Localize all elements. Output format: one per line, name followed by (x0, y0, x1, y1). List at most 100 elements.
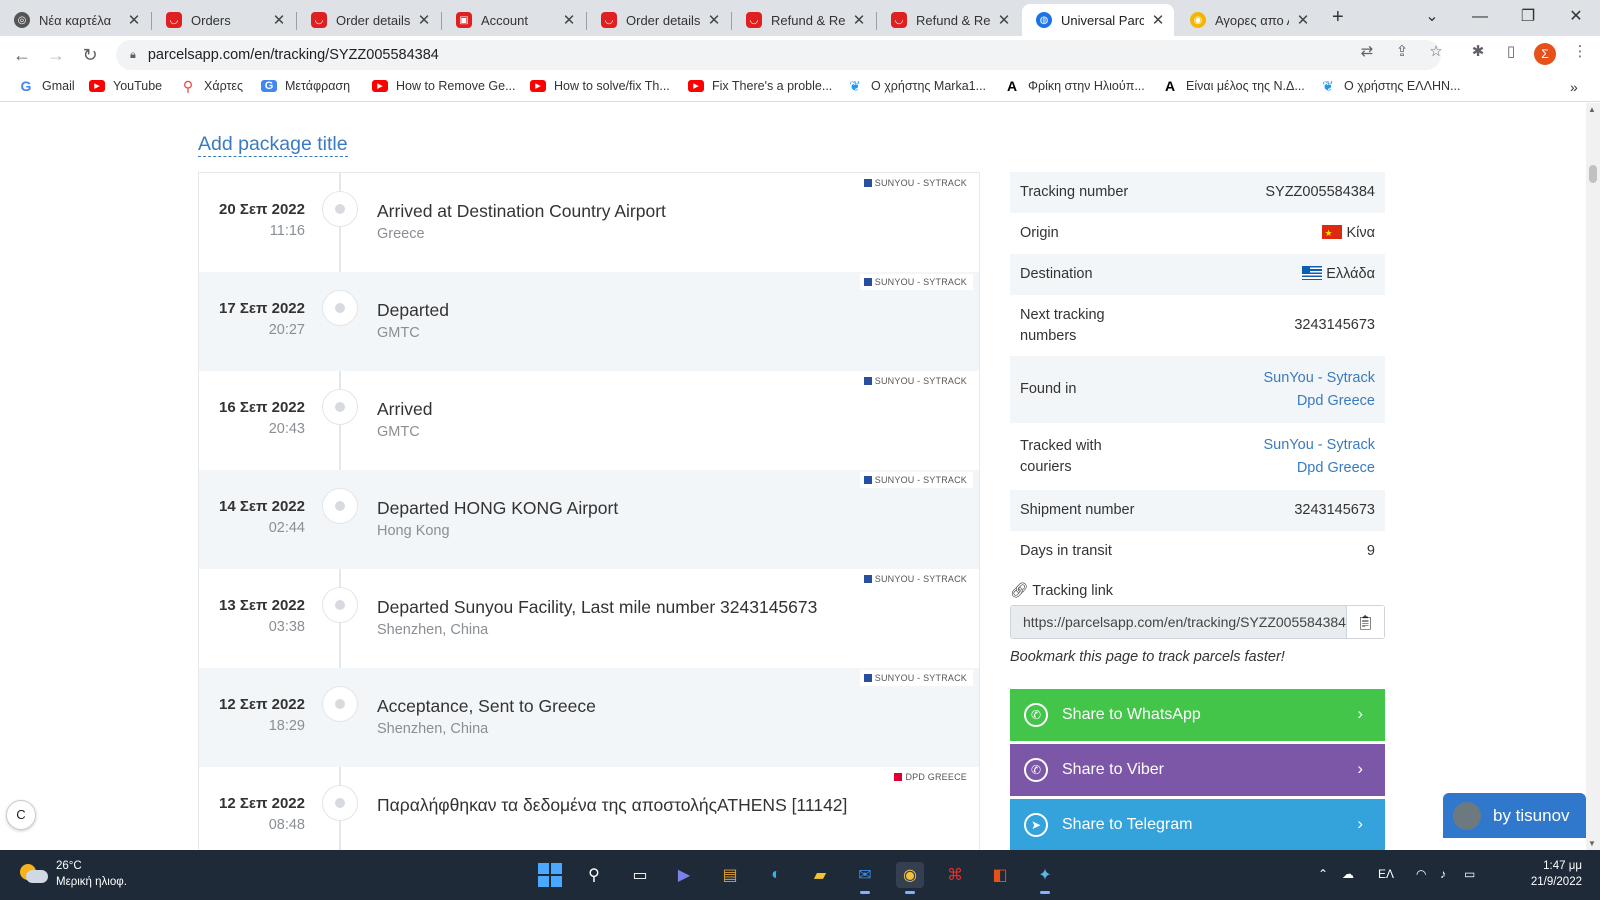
chevron-right-icon: › (1357, 704, 1363, 723)
side-panel-icon[interactable]: ▯ (1499, 42, 1523, 60)
clipboard-icon[interactable]: 📋︎ (1346, 606, 1384, 638)
bookmark-friki[interactable]: A Φρίκη στην Ηλιούπ... (1004, 79, 1145, 93)
bookmarks-overflow-icon[interactable]: » (1570, 79, 1578, 95)
sunyou-flag-icon (863, 377, 872, 385)
lock-icon[interactable]: 🔒︎ (130, 49, 136, 62)
forward-icon[interactable]: → (42, 42, 70, 68)
bookmark-maps[interactable]: ⚲ Χάρτες (180, 79, 243, 93)
task-view-icon[interactable]: ▭ (626, 862, 654, 888)
info-row-found-in: Found in SunYou - Sytrack Dpd Greece (1010, 356, 1385, 423)
tab-refund-2[interactable]: ◡ Refund & Retu ✕ (877, 4, 1020, 36)
courier-link-dpd[interactable]: Dpd Greece (1264, 457, 1375, 480)
share-viber-button[interactable]: ✆ Share to Viber › (1010, 744, 1385, 796)
bookmark-gmail[interactable]: G Gmail (18, 79, 75, 93)
volume-icon[interactable]: ♪ (1440, 867, 1446, 881)
onedrive-icon[interactable]: ☁ (1342, 867, 1354, 881)
bookmark-melos[interactable]: A Είναι μέλος της Ν.Δ... (1162, 79, 1305, 93)
bookmark-twitter-ellhn[interactable]: ❦ Ο χρήστης ΕΛΛΗΝ... (1320, 79, 1460, 93)
clock-date: 21/9/2022 (1530, 876, 1582, 888)
event-time: 11:16 (269, 223, 305, 239)
tab-search-icon[interactable]: ⌄ (1412, 4, 1452, 30)
event-location: GMTC (377, 325, 420, 341)
bookmark-how-to-solve[interactable]: ▸ How to solve/fix Th... (530, 79, 670, 93)
info-label-line: numbers (1020, 327, 1077, 344)
tab-orders[interactable]: ◡ Orders ✕ (152, 4, 295, 36)
tab-new-tab[interactable]: ◎ Νέα καρτέλα ✕ (0, 4, 150, 36)
courier-label: SUNYOU - SYTRACK (874, 475, 967, 485)
close-icon[interactable]: ✕ (996, 11, 1012, 29)
chrome-icon[interactable]: ◉ (896, 862, 924, 894)
profile-avatar[interactable]: Σ (1534, 43, 1556, 65)
tab-universal-parcel[interactable]: ◍ Universal Parc ✕ (1022, 4, 1174, 36)
c-floating-button[interactable]: C (6, 800, 36, 830)
mail-icon[interactable]: ✉ (851, 862, 879, 894)
reload-icon[interactable]: ↻ (76, 42, 104, 68)
bookmark-translate[interactable]: G Μετάφραση (261, 79, 350, 93)
chevron-up-icon[interactable]: ⌃ (1318, 867, 1328, 881)
winrar-icon[interactable]: ▤ (716, 862, 744, 888)
bookmarks-bar: G Gmail ▸ YouTube ⚲ Χάρτες G Μετάφραση ▸ How … (0, 74, 1600, 102)
menu-icon[interactable]: ⋮ (1568, 42, 1592, 60)
bookmark-youtube[interactable]: ▸ YouTube (89, 79, 162, 93)
battery-icon[interactable]: ▭ (1464, 867, 1475, 881)
close-icon[interactable]: ✕ (416, 11, 432, 29)
close-icon[interactable]: ✕ (851, 11, 867, 29)
language-indicator[interactable]: ΕΛ (1378, 867, 1394, 881)
tisunov-badge[interactable]: by tisunov (1443, 793, 1586, 838)
system-clock[interactable]: 1:47 μμ 21/9/2022 (1522, 858, 1582, 890)
file-explorer-icon[interactable]: ▰ (806, 862, 834, 888)
tab-refund[interactable]: ◡ Refund & Retu ✕ (732, 4, 875, 36)
wifi-icon[interactable]: ◠ (1416, 867, 1426, 881)
close-icon[interactable]: ✕ (271, 11, 287, 29)
courier-link-sunyou[interactable]: SunYou - Sytrack (1264, 434, 1376, 457)
event-time: 03:38 (268, 619, 305, 635)
close-icon[interactable]: ✕ (126, 11, 142, 29)
bookmark-fix-problem[interactable]: ▸ Fix There's a proble... (688, 79, 832, 93)
scroll-up-icon[interactable]: ▲ (1588, 105, 1596, 114)
address-bar[interactable]: 🔒︎ parcelsapp.com/en/tracking/SYZZ005584… (116, 40, 1441, 70)
close-icon[interactable]: ✕ (706, 11, 722, 29)
courier-link-sunyou[interactable]: SunYou - Sytrack (1264, 367, 1376, 390)
close-icon[interactable]: ✕ (1295, 11, 1311, 29)
back-icon[interactable]: ← (8, 42, 36, 68)
scroll-down-icon[interactable]: ▼ (1588, 839, 1596, 848)
tab-order-details-2[interactable]: ◡ Order details ✕ (587, 4, 730, 36)
office-icon[interactable]: ◧ (986, 862, 1014, 888)
translate-icon: G (261, 80, 277, 92)
tab-label: Refund & Retu (916, 12, 990, 28)
add-package-title-link[interactable]: Add package title (198, 132, 348, 157)
info-row-days-in-transit: Days in transit 9 (1010, 531, 1385, 572)
start-button[interactable] (536, 862, 564, 888)
bookmark-how-to-remove[interactable]: ▸ How to Remove Ge... (372, 79, 516, 93)
share-telegram-button[interactable]: ➤ Share to Telegram › (1010, 799, 1385, 850)
close-icon[interactable]: ✕ (1150, 11, 1166, 29)
weather-widget[interactable]: 26°C Μερική ηλιοφ. (20, 858, 127, 890)
window-close-icon[interactable]: ✕ (1556, 4, 1596, 30)
acrobat-icon[interactable]: ⌘ (941, 862, 969, 888)
search-icon[interactable]: ⚲ (580, 862, 608, 888)
tab-account[interactable]: ▣ Account ✕ (442, 4, 585, 36)
new-tab-icon[interactable]: + (1332, 6, 1344, 29)
page-scrollbar[interactable]: ▲ ▼ (1586, 103, 1600, 850)
translate-icon[interactable]: ⇄ (1355, 42, 1379, 60)
edge-icon[interactable]: ◐ (762, 862, 790, 888)
tab-agores[interactable]: ◉ Αγορες απο Α ✕ (1176, 4, 1319, 36)
bookmark-twitter-marka[interactable]: ❦ Ο χρήστης Marka1... (847, 79, 986, 93)
tab-label: Orders (191, 12, 231, 28)
game-app-icon[interactable]: ✦ (1031, 862, 1059, 894)
scrollbar-thumb[interactable] (1589, 165, 1597, 183)
star-icon[interactable]: ☆ (1424, 42, 1448, 60)
courier-link-dpd[interactable]: Dpd Greece (1264, 390, 1375, 413)
share-icon[interactable]: ⇪ (1390, 42, 1414, 60)
info-label: Tracked with couriers (1020, 436, 1102, 478)
tab-order-details[interactable]: ◡ Order details ✕ (297, 4, 440, 36)
tracking-link-input[interactable]: https://parcelsapp.com/en/tracking/SYZZ0… (1011, 606, 1346, 638)
share-whatsapp-button[interactable]: ✆ Share to WhatsApp › (1010, 689, 1385, 741)
minimize-icon[interactable]: — (1460, 4, 1500, 30)
restore-icon[interactable]: ❐ (1508, 4, 1548, 30)
bookmark-label: YouTube (113, 79, 163, 93)
close-icon[interactable]: ✕ (561, 11, 577, 29)
courier-label: DPD GREECE (905, 772, 967, 782)
extensions-icon[interactable]: ✱ (1466, 42, 1490, 60)
teams-chat-icon[interactable]: ▶ (670, 862, 698, 888)
